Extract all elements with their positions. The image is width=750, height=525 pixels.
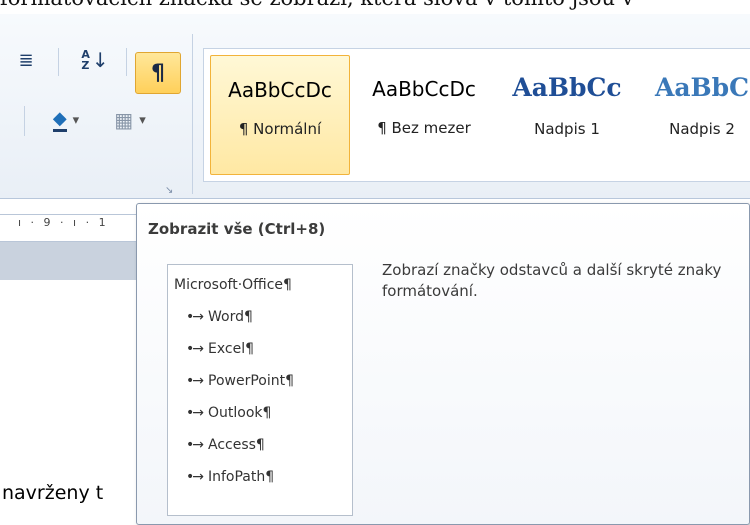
bullet-tab-icon: •→ bbox=[186, 469, 204, 485]
chevron-down-icon: ▾ bbox=[72, 112, 80, 128]
borders-button[interactable]: ▦ ▾ bbox=[104, 102, 156, 138]
toolbar-separator bbox=[126, 48, 127, 76]
border-icon: ▦ bbox=[114, 108, 134, 132]
bullet-tab-icon: •→ bbox=[186, 437, 204, 453]
style-label: Nadpis 2 bbox=[669, 120, 735, 138]
preview-heading: Microsoft·Office¶ bbox=[174, 277, 292, 293]
indent-icon[interactable]: ≣ bbox=[8, 42, 44, 78]
preview-item-text: Outlook¶ bbox=[208, 405, 272, 421]
chevron-down-icon: ▾ bbox=[139, 112, 146, 128]
document-top-text: formátovacích značka se zobrazí, která s… bbox=[0, 0, 750, 12]
style-heading-2[interactable]: AaBbC Nadpis 2 bbox=[640, 55, 750, 173]
sort-button[interactable]: A Z ↓ bbox=[72, 42, 118, 78]
bullet-tab-icon: •→ bbox=[186, 373, 204, 389]
style-preview: AaBbC bbox=[654, 73, 750, 102]
toolbar-separator bbox=[58, 48, 59, 76]
ribbon: ≣ A Z ↓ ¶ ◆ ▾ ▦ ▾ ↘ AaBbCcDc ¶ Normální … bbox=[0, 14, 750, 199]
preview-item-text: Word¶ bbox=[208, 309, 253, 325]
style-no-spacing[interactable]: AaBbCcDc ¶ Bez mezer bbox=[354, 55, 494, 173]
style-preview: AaBbCcDc bbox=[228, 78, 332, 102]
style-label: ¶ Bez mezer bbox=[377, 119, 471, 137]
tooltip-preview-image: Microsoft·Office¶ •→ Word¶ •→ Excel¶ •→ Pow… bbox=[167, 264, 353, 516]
style-preview: AaBbCcDc bbox=[372, 77, 476, 101]
preview-list-item: •→ Outlook¶ bbox=[186, 405, 271, 421]
toolbar-separator bbox=[24, 106, 25, 136]
ruler-band bbox=[0, 242, 145, 280]
show-hide-formatting-button[interactable]: ¶ bbox=[135, 52, 181, 94]
sort-letter-z: Z bbox=[81, 59, 90, 72]
preview-list-item: •→ PowerPoint¶ bbox=[186, 373, 294, 389]
tooltip-description: Zobrazí značky odstavců a další skryté z… bbox=[382, 261, 722, 300]
preview-item-text: PowerPoint¶ bbox=[208, 373, 294, 389]
bullet-tab-icon: •→ bbox=[186, 341, 204, 357]
preview-item-text: Access¶ bbox=[208, 437, 265, 453]
style-normal[interactable]: AaBbCcDc ¶ Normální bbox=[210, 55, 350, 175]
paint-bucket-icon: ◆ bbox=[52, 108, 67, 132]
preview-list-item: •→ Excel¶ bbox=[186, 341, 254, 357]
shading-button[interactable]: ◆ ▾ bbox=[40, 102, 92, 138]
group-separator bbox=[192, 34, 193, 194]
tooltip-title: Zobrazit vše (Ctrl+8) bbox=[148, 220, 326, 238]
document-body-text: navrženy t bbox=[2, 482, 104, 504]
preview-list-item: •→ Word¶ bbox=[186, 309, 253, 325]
style-label: ¶ Normální bbox=[238, 120, 322, 138]
preview-list-item: •→ InfoPath¶ bbox=[186, 469, 274, 485]
style-heading-1[interactable]: AaBbCc Nadpis 1 bbox=[498, 55, 636, 173]
bullet-tab-icon: •→ bbox=[186, 405, 204, 421]
style-label: Nadpis 1 bbox=[534, 120, 600, 138]
sort-icon: ↓ bbox=[91, 48, 109, 72]
horizontal-ruler[interactable]: ı · 9 · ı · 1 bbox=[0, 214, 145, 242]
preview-item-text: InfoPath¶ bbox=[208, 469, 275, 485]
paragraph-dialog-launcher-icon[interactable]: ↘ bbox=[165, 185, 173, 196]
preview-list-item: •→ Access¶ bbox=[186, 437, 265, 453]
preview-item-text: Excel¶ bbox=[208, 341, 254, 357]
styles-gallery: AaBbCcDc ¶ Normální AaBbCcDc ¶ Bez mezer… bbox=[203, 48, 750, 182]
show-all-tooltip: Zobrazit vše (Ctrl+8) Microsoft·Office¶ … bbox=[136, 203, 750, 525]
style-preview: AaBbCc bbox=[512, 73, 622, 102]
bullet-tab-icon: •→ bbox=[186, 309, 204, 325]
